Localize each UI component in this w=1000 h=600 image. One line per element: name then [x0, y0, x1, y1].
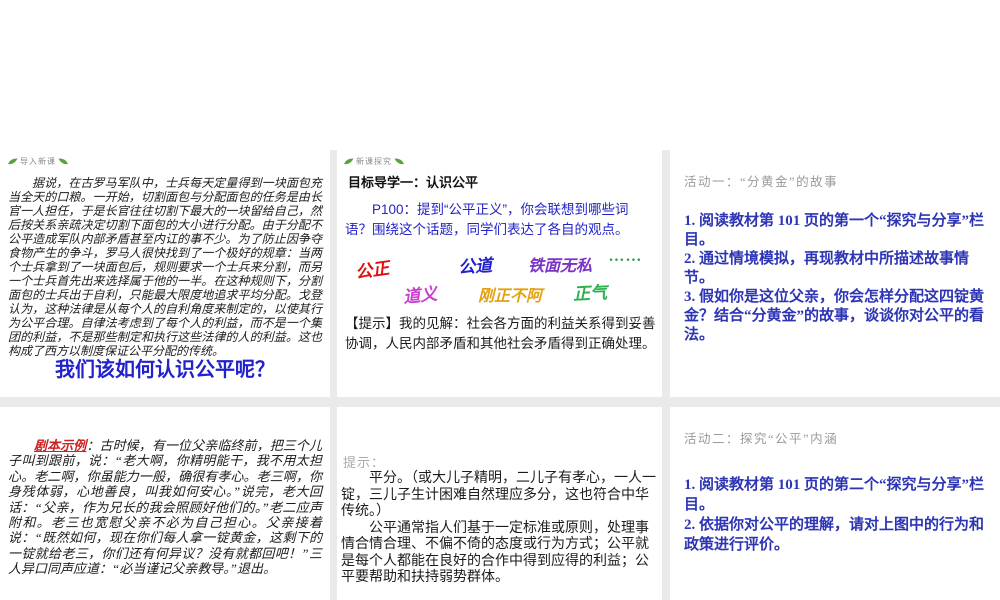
slide-explore[interactable]: 新课探究 目标导学一：认识公平 P100：提到“公平正义”，你会联想到哪些词语？…: [337, 150, 662, 397]
list-item: 2. 通过情境模拟，再现教材中所描述故事情节。: [684, 250, 997, 288]
script-label: 剧本示例: [34, 438, 86, 453]
tip-paragraph-1: 平分。（或大儿子精明，二儿子有孝心，一人一锭，三儿子生计困难自然理应多分，这也符…: [341, 471, 659, 521]
word-zhengqi: 正气: [572, 278, 607, 305]
activity1-list: 1. 阅读教材第 101 页的第一个“探究与分享”栏目。 2. 通过情境模拟，再…: [684, 212, 997, 345]
word-gongzheng: 公正: [353, 254, 390, 283]
list-item: 2. 依据你对公平的理解，请对上图中的行为和政策进行评价。: [684, 515, 997, 555]
tip-label: 提示：: [343, 452, 385, 471]
slide-script[interactable]: 剧本示例：古时候，有一位父亲临终前，把三个儿子叫到跟前，说：“老大啊，你精明能干…: [0, 407, 330, 600]
list-item: 1. 阅读教材第 101 页的第二个“探究与分享”栏目。: [684, 475, 997, 515]
list-item: 1. 阅读教材第 101 页的第一个“探究与分享”栏目。: [684, 212, 997, 250]
column-gutter: [662, 150, 670, 600]
tip-text: 平分。（或大儿子精明，二儿子有孝心，一人一锭，三儿子生计困难自然理应多分，这也符…: [341, 471, 659, 587]
activity1-title: 活动一：“分黄金”的故事: [684, 171, 838, 190]
intro-story-paragraph: 据说，在古罗马军队中，士兵每天定量得到一块面包充当全天的口粮。一开始，切割面包与…: [8, 176, 322, 358]
row-gutter: [0, 397, 1000, 407]
word-gangzhengbue: 刚正不阿: [478, 282, 542, 306]
script-paragraph: 剧本示例：古时候，有一位父亲临终前，把三个儿子叫到跟前，说：“老大啊，你精明能干…: [8, 438, 322, 577]
word-tiemianwusi: 铁面无私: [528, 252, 592, 276]
activity2-list: 1. 阅读教材第 101 页的第二个“探究与分享”栏目。 2. 依据你对公平的理…: [684, 475, 997, 555]
list-item: 3. 假如你是这位父亲，你会怎样分配这四锭黄金？结合“分黄金”的故事，谈谈你对公…: [684, 288, 997, 345]
leaf-icon: [343, 157, 354, 166]
leaf-icon: [58, 157, 69, 166]
slide-activity2[interactable]: 活动二：探究“公平”内涵 1. 阅读教材第 101 页的第二个“探究与分享”栏目…: [670, 407, 1000, 600]
tip-paragraph-2: 公平通常指人们基于一定标准或原则，处理事情合情合理、不偏不倚的态度或行为方式；公…: [341, 521, 659, 587]
section-badge-label: 导入新课: [20, 156, 56, 167]
slide-intro[interactable]: 导入新课 据说，在古罗马军队中，士兵每天定量得到一块面包充当全天的口粮。一开始，…: [0, 150, 330, 397]
slide-tip[interactable]: 提示： 平分。（或大儿子精明，二儿子有孝心，一人一锭，三儿子生计困难自然理应多分…: [337, 407, 662, 600]
leaf-icon: [394, 157, 405, 166]
explore-prompt: P100：提到“公平正义”，你会联想到哪些词语？围绕这个话题，同学们表达了各自的…: [345, 200, 655, 240]
goal-title: 目标导学一：认识公平: [348, 172, 478, 191]
section-badge: 新课探究: [343, 156, 405, 167]
slides-preview-page: 导入新课 据说，在古罗马军队中，士兵每天定量得到一块面包充当全天的口粮。一开始，…: [0, 0, 1000, 600]
section-badge: 导入新课: [7, 156, 69, 167]
slide-activity1[interactable]: 活动一：“分黄金”的故事 1. 阅读教材第 101 页的第一个“探究与分享”栏目…: [670, 150, 1000, 397]
word-gongdao: 公道: [457, 251, 493, 278]
leaf-icon: [7, 157, 18, 166]
activity2-title: 活动二：探究“公平”内涵: [684, 428, 838, 447]
word-daoyi: 道义: [402, 279, 438, 307]
explore-hint: 【提示】我的见解：社会各方面的利益关系得到妥善协调，人民内部矛盾和其他社会矛盾得…: [345, 314, 657, 354]
column-gutter: [330, 150, 337, 600]
script-story-text: ：古时候，有一位父亲临终前，把三个儿子叫到跟前，说：“老大啊，你精明能干，我不用…: [8, 438, 322, 576]
intro-question: 我们该如何认识公平呢？: [0, 353, 330, 382]
word-ellipsis: ……: [609, 248, 643, 266]
section-badge-label: 新课探究: [356, 156, 392, 167]
